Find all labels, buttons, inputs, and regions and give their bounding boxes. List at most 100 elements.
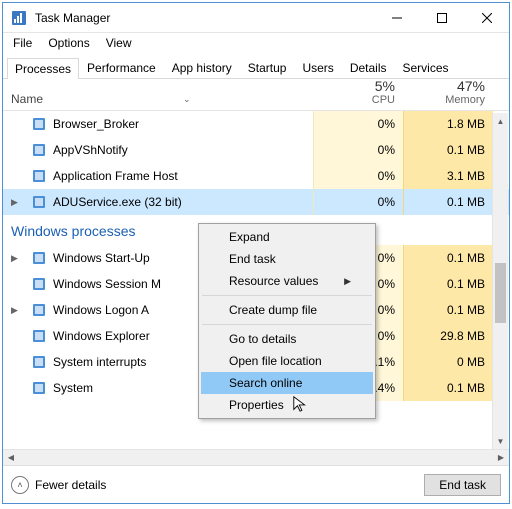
- menu-item-label: Create dump file: [229, 303, 317, 317]
- process-name: AppVShNotify: [53, 143, 128, 157]
- footer: ˄ Fewer details End task: [3, 465, 509, 503]
- menu-item-label: Resource values: [229, 274, 318, 288]
- menu-item-label: Expand: [229, 230, 270, 244]
- tab-app-history[interactable]: App history: [164, 57, 240, 78]
- cell-cpu: 0%: [313, 111, 403, 137]
- table-row[interactable]: ▶ADUService.exe (32 bit)0%0.1 MB: [3, 189, 509, 215]
- cell-memory: 3.1 MB: [403, 163, 493, 189]
- process-icon: [31, 276, 47, 292]
- cell-memory: 0 MB: [403, 349, 493, 375]
- cell-memory: 1.8 MB: [403, 111, 493, 137]
- cell-cpu: 0%: [313, 189, 403, 215]
- memory-label: Memory: [445, 94, 485, 106]
- column-headers: Name ⌄ 5% CPU 47% Memory: [3, 79, 509, 111]
- tab-users[interactable]: Users: [294, 57, 341, 78]
- horizontal-scrollbar[interactable]: ◀ ▶: [3, 449, 509, 465]
- context-menu-item-open-file-location[interactable]: Open file location: [201, 350, 373, 372]
- context-menu-item-go-to-details[interactable]: Go to details: [201, 328, 373, 350]
- cell-name: ADUService.exe (32 bit): [3, 194, 313, 210]
- context-menu-item-resource-values[interactable]: Resource values ▶: [201, 270, 373, 292]
- context-menu-item-end-task[interactable]: End task: [201, 248, 373, 270]
- menu-item-label: End task: [229, 252, 276, 266]
- fewer-details-button[interactable]: ˄ Fewer details: [11, 476, 416, 494]
- cpu-label: CPU: [372, 94, 395, 106]
- menu-item-label: Open file location: [229, 354, 322, 368]
- process-name: Windows Explorer: [53, 329, 150, 343]
- table-row[interactable]: Browser_Broker 0%1.8 MB: [3, 111, 509, 137]
- submenu-arrow-icon: ▶: [344, 276, 351, 287]
- scroll-left-icon[interactable]: ◀: [3, 453, 19, 462]
- process-icon: [31, 168, 47, 184]
- scroll-down-icon[interactable]: ▼: [493, 433, 508, 449]
- cell-memory: 29.8 MB: [403, 323, 493, 349]
- process-name: Windows Session M: [53, 277, 161, 291]
- cell-cpu: 0%: [313, 137, 403, 163]
- tab-details[interactable]: Details: [342, 57, 395, 78]
- context-menu: Expand End task Resource values ▶ Create dum…: [198, 223, 376, 419]
- context-menu-item-expand[interactable]: Expand: [201, 226, 373, 248]
- process-icon: [31, 116, 47, 132]
- process-name: Browser_Broker: [53, 117, 139, 131]
- col-cpu-header[interactable]: 5% CPU: [313, 79, 403, 110]
- process-icon: [31, 328, 47, 344]
- cpu-percent: 5%: [375, 79, 395, 94]
- process-name: System: [53, 381, 93, 395]
- process-icon: [31, 354, 47, 370]
- cell-cpu: 0%: [313, 163, 403, 189]
- cell-memory: 0.1 MB: [403, 189, 493, 215]
- vertical-scrollbar[interactable]: ▲ ▼: [492, 113, 508, 449]
- context-menu-separator: [202, 295, 372, 296]
- cell-name: Application Frame Host: [3, 168, 313, 184]
- memory-percent: 47%: [457, 79, 485, 94]
- process-icon: [31, 250, 47, 266]
- tab-services[interactable]: Services: [395, 57, 457, 78]
- cell-memory: 0.1 MB: [403, 375, 493, 401]
- scroll-up-icon[interactable]: ▲: [493, 113, 508, 129]
- menu-item-label: Properties: [229, 398, 284, 412]
- titlebar: Task Manager: [3, 3, 509, 33]
- menu-file[interactable]: File: [5, 34, 40, 52]
- table-row[interactable]: AppVShNotify 0%0.1 MB: [3, 137, 509, 163]
- tab-startup[interactable]: Startup: [240, 57, 295, 78]
- tab-processes[interactable]: Processes: [7, 58, 79, 79]
- sort-caret-icon: ⌄: [183, 94, 191, 105]
- chevron-up-icon: ˄: [11, 476, 29, 494]
- process-icon: [31, 194, 47, 210]
- cell-memory: 0.1 MB: [403, 137, 493, 163]
- end-task-button[interactable]: End task: [424, 474, 501, 496]
- menu-options[interactable]: Options: [40, 34, 97, 52]
- maximize-button[interactable]: [419, 3, 464, 32]
- context-menu-item-create-dump-file[interactable]: Create dump file: [201, 299, 373, 321]
- col-name-header[interactable]: Name ⌄: [3, 92, 313, 110]
- scroll-right-icon[interactable]: ▶: [493, 453, 509, 462]
- tab-performance[interactable]: Performance: [79, 57, 164, 78]
- scroll-thumb[interactable]: [495, 263, 506, 323]
- process-icon: [31, 380, 47, 396]
- cell-name: AppVShNotify: [3, 142, 313, 158]
- app-icon: [11, 10, 27, 26]
- menu-item-label: Search online: [229, 376, 302, 390]
- close-button[interactable]: [464, 3, 509, 32]
- process-icon: [31, 302, 47, 318]
- cell-memory: 0.1 MB: [403, 297, 493, 323]
- col-memory-header[interactable]: 47% Memory: [403, 79, 493, 110]
- window-title: Task Manager: [35, 11, 374, 25]
- table-row[interactable]: Application Frame Host 0%3.1 MB: [3, 163, 509, 189]
- fewer-details-label: Fewer details: [35, 478, 106, 492]
- menubar: File Options View: [3, 33, 509, 53]
- menu-view[interactable]: View: [98, 34, 140, 52]
- process-name: Windows Start-Up: [53, 251, 150, 265]
- menu-item-label: Go to details: [229, 332, 296, 346]
- process-name: Windows Logon A: [53, 303, 149, 317]
- col-name-label: Name: [11, 92, 43, 106]
- cell-memory: 0.1 MB: [403, 271, 493, 297]
- context-menu-item-search-online[interactable]: Search online: [201, 372, 373, 394]
- expand-chevron-icon[interactable]: ▶: [11, 305, 18, 316]
- process-name: System interrupts: [53, 355, 146, 369]
- cell-name: Browser_Broker: [3, 116, 313, 132]
- minimize-button[interactable]: [374, 3, 419, 32]
- expand-chevron-icon[interactable]: ▶: [11, 253, 18, 264]
- expand-chevron-icon[interactable]: ▶: [11, 197, 18, 208]
- process-name: Application Frame Host: [53, 169, 178, 183]
- context-menu-item-properties[interactable]: Properties: [201, 394, 373, 416]
